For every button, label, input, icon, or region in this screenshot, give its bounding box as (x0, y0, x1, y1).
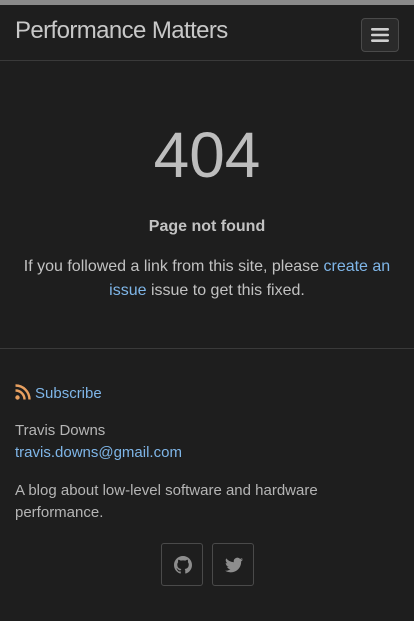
twitter-link[interactable] (212, 543, 254, 586)
rss-icon (15, 384, 31, 400)
site-header: Performance Matters (0, 5, 414, 61)
subscribe-link[interactable]: Subscribe (15, 384, 102, 402)
error-message-before: If you followed a link from this site, p… (23, 258, 324, 275)
site-footer: Subscribe Travis Downs travis.downs@gmai… (0, 348, 414, 621)
error-code: 404 (153, 119, 261, 191)
twitter-icon (225, 557, 243, 573)
github-link[interactable] (161, 543, 203, 586)
error-title: Page not found (148, 218, 266, 235)
error-message-after: issue to get this fixed. (146, 282, 305, 299)
hamburger-icon (371, 28, 389, 42)
main-content: 404 Page not found If you followed a lin… (0, 61, 414, 348)
subscribe-label: Subscribe (35, 385, 102, 402)
menu-toggle-button[interactable] (361, 18, 399, 52)
github-icon (174, 556, 192, 574)
error-message: If you followed a link from this site, p… (20, 255, 394, 303)
site-description: A blog about low-level software and hard… (15, 482, 318, 521)
site-title[interactable]: Performance Matters (15, 17, 228, 45)
author-name: Travis Downs (15, 422, 106, 439)
email-link[interactable]: travis.downs@gmail.com (15, 444, 182, 461)
